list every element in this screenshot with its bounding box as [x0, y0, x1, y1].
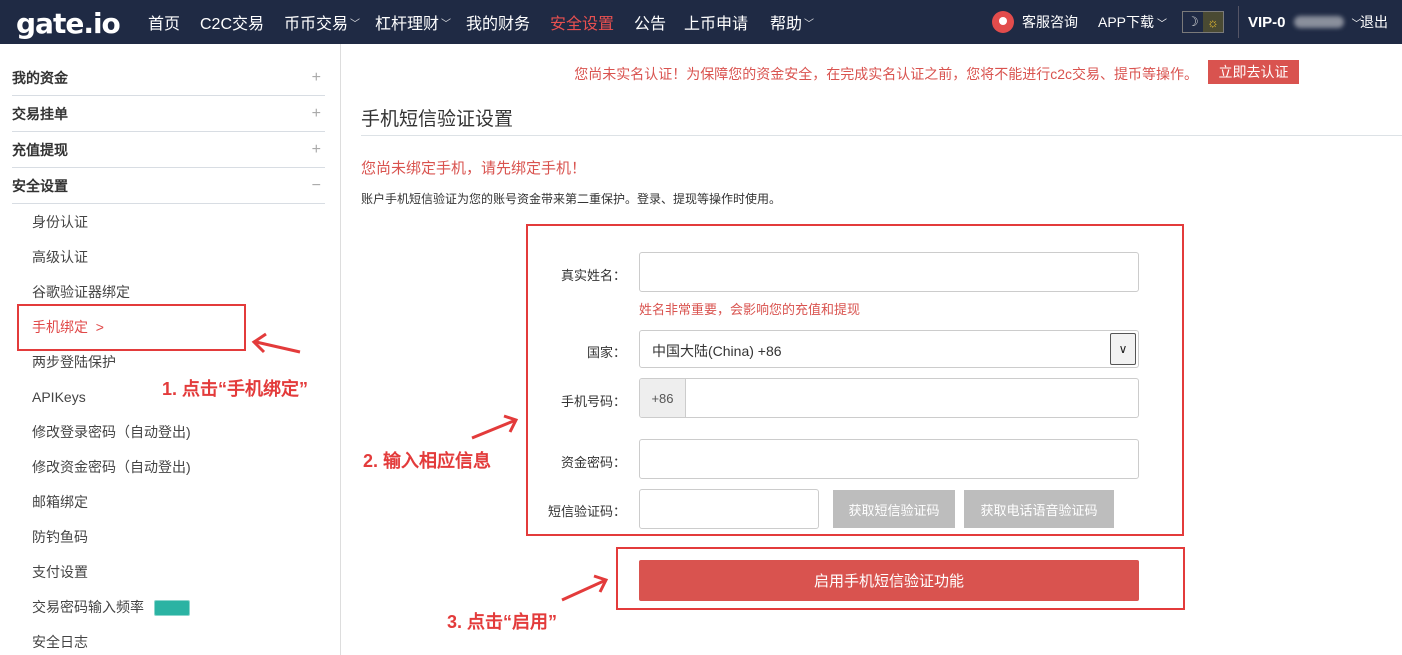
sidebar-item-google-authenticator[interactable]: 谷歌验证器绑定 [32, 282, 130, 302]
chevron-down-icon: ﹀ [350, 18, 361, 30]
nav-finance[interactable]: 我的财务 [466, 0, 550, 44]
highlight-box-form [526, 224, 1184, 536]
sidebar-item-email-binding[interactable]: 邮箱绑定 [32, 492, 88, 512]
main-nav: 首页 C2C交易 币币交易 ﹀ 杠杆理财 ﹀ 我的财务 安全设置 公告 上币申请 帮… [148, 0, 830, 44]
nav-announcement[interactable]: 公告 [634, 0, 684, 44]
plus-icon: + [311, 140, 321, 158]
nav-listing-apply[interactable]: 上币申请 [684, 0, 770, 44]
page-title: 手机短信验证设置 [361, 109, 514, 130]
nav-c2c[interactable]: C2C交易 [200, 0, 284, 44]
arrow-icon [471, 414, 519, 440]
sidebar-item-change-fund-password[interactable]: 修改资金密码（自动登出) [32, 457, 191, 477]
highlight-box-phone-binding [17, 304, 246, 351]
nav-security[interactable]: 安全设置 [550, 0, 634, 44]
top-navigation-bar: gate.io 首页 C2C交易 币币交易 ﹀ 杠杆理财 ﹀ 我的财务 安全设置 公… [0, 0, 1402, 44]
sidebar-item-trade-password-frequency[interactable]: 交易密码输入频率 [32, 597, 190, 617]
annotation-step-1: 1. 点击“手机绑定” [162, 379, 309, 399]
sidebar-item-apikeys[interactable]: APIKeys [32, 387, 86, 407]
username-redacted [1293, 16, 1344, 28]
sidebar-item-payment-settings[interactable]: 支付设置 [32, 562, 88, 582]
phone-unbound-warning: 您尚未绑定手机，请先绑定手机！ [361, 160, 587, 177]
verify-now-button[interactable]: 立即去认证 [1208, 60, 1299, 84]
chevron-down-icon: ﹀ [804, 18, 815, 30]
arrow-icon [251, 332, 301, 354]
nav-spot-trading[interactable]: 币币交易 ﹀ [284, 0, 375, 44]
nav-home[interactable]: 首页 [148, 0, 200, 44]
sidebar-group-security[interactable]: 安全设置 − [12, 168, 325, 204]
moon-icon[interactable]: ☽ [1183, 12, 1203, 32]
chevron-down-icon: ﹀ [1157, 18, 1168, 30]
app-download-menu[interactable]: APP下载 ﹀ [1098, 0, 1167, 44]
highlight-box-enable [616, 547, 1185, 610]
sidebar-group-funds[interactable]: 我的资金 + [12, 60, 325, 96]
theme-toggle[interactable]: ☽ ☼ [1182, 0, 1224, 44]
sidebar-group-orders[interactable]: 交易挂单 + [12, 96, 325, 132]
user-support-icon [992, 11, 1014, 33]
chevron-down-icon: ﹀ [441, 18, 452, 30]
sidebar-item-identity[interactable]: 身份认证 [32, 212, 88, 232]
nav-margin[interactable]: 杠杆理财 ﹀ [375, 0, 466, 44]
sidebar-group-deposit-withdraw[interactable]: 充值提现 + [12, 132, 325, 168]
nav-help[interactable]: 帮助 ﹀ [770, 0, 830, 44]
sidebar-item-two-step-login[interactable]: 两步登陆保护 [32, 352, 116, 372]
annotation-step-3: 3. 点击“启用” [447, 612, 558, 632]
sidebar-item-change-login-password[interactable]: 修改登录密码（自动登出) [32, 422, 191, 442]
sidebar-item-anti-phishing[interactable]: 防钓鱼码 [32, 527, 88, 547]
page-description: 账户手机短信验证为您的账号资金带来第二重保护。登录、提现等操作时使用。 [361, 192, 782, 206]
minus-icon: − [311, 176, 321, 194]
support-link[interactable]: 客服咨询 [992, 0, 1078, 44]
plus-icon: + [311, 68, 321, 86]
gateio-logo[interactable]: gate.io [16, 4, 121, 40]
sun-icon[interactable]: ☼ [1203, 12, 1223, 32]
new-badge-icon [154, 600, 190, 617]
sidebar-item-advanced-verification[interactable]: 高级认证 [32, 247, 88, 267]
arrow-icon [561, 574, 609, 602]
logout-link[interactable]: 退出 [1360, 0, 1388, 44]
divider [361, 135, 1402, 136]
account-menu[interactable]: VIP-0 ﹀ [1248, 0, 1362, 44]
sidebar-item-security-log[interactable]: 安全日志 [32, 632, 88, 652]
divider [1238, 6, 1239, 38]
annotation-step-2: 2. 输入相应信息 [363, 451, 492, 471]
plus-icon: + [311, 104, 321, 122]
kyc-notice: 您尚未实名认证！为保障您的资金安全，在完成实名认证之前，您将不能进行c2c交易、… [574, 66, 1198, 82]
